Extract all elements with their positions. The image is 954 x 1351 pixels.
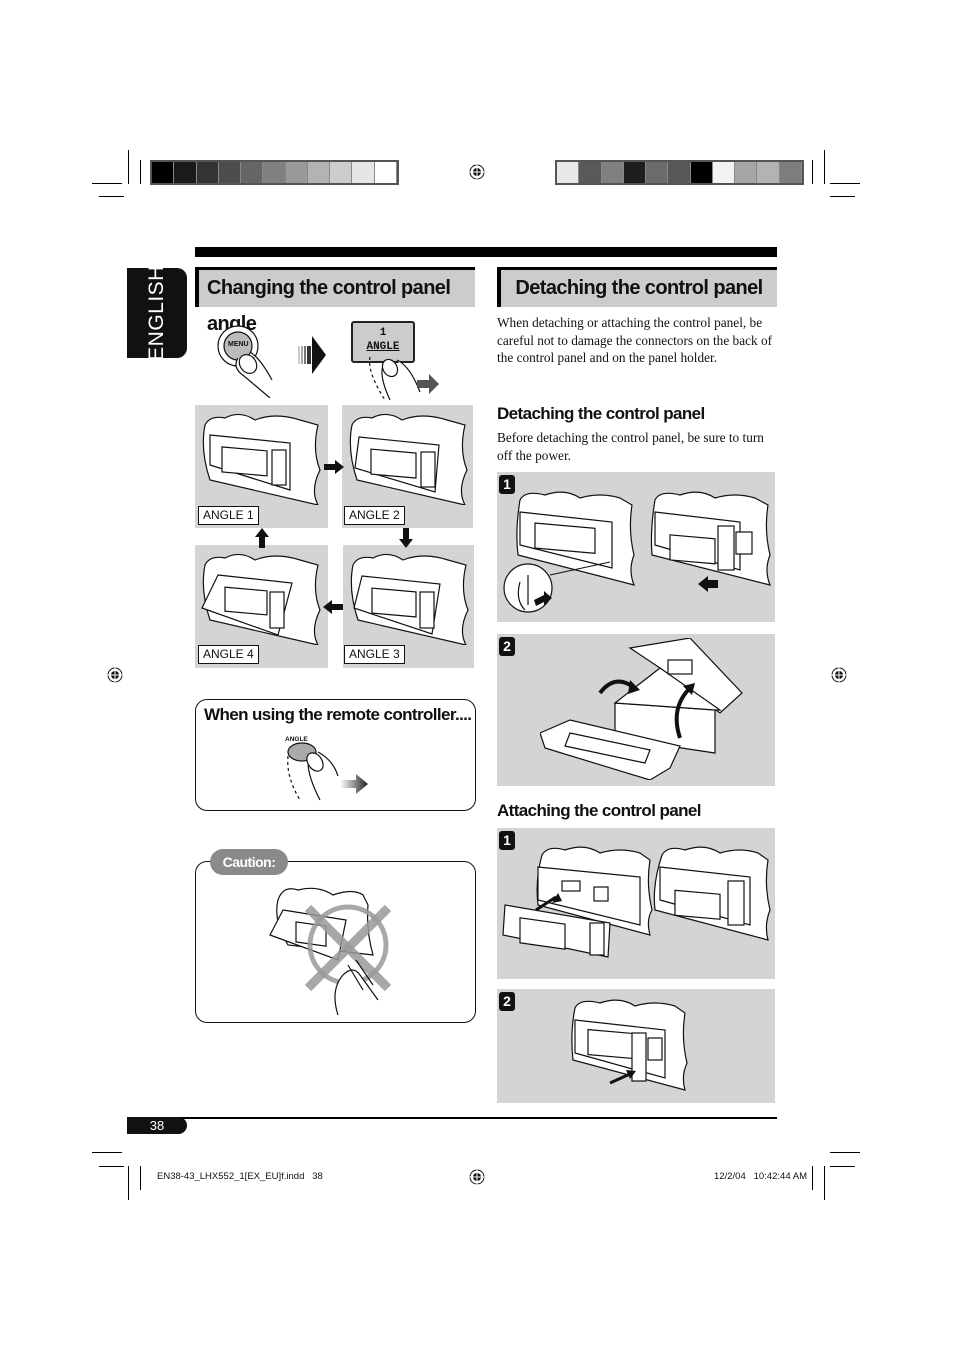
detaching-subtitle: Detaching the control panel <box>497 404 705 423</box>
crop-mark <box>92 1152 122 1153</box>
color-swatch <box>557 162 580 183</box>
color-swatch <box>757 162 780 183</box>
arrow-right-icon <box>298 336 326 374</box>
crop-mark <box>99 1166 124 1167</box>
footer-timestamp: 12/2/04 10:42:44 AM <box>714 1171 807 1182</box>
color-swatch <box>374 162 397 183</box>
remote-box-title: When using the remote controller.... <box>204 705 472 724</box>
color-swatch <box>779 162 802 183</box>
attaching-subtitle: Attaching the control panel <box>497 801 701 820</box>
color-swatch <box>196 162 219 183</box>
registration-mark-icon <box>468 1168 486 1186</box>
arrow-right-icon <box>324 460 344 474</box>
crop-mark <box>830 196 855 197</box>
registration-mark-icon <box>106 666 124 684</box>
section-title-angle: Changing the control panel angle <box>195 267 475 335</box>
crop-mark <box>824 150 825 184</box>
registration-mark-icon <box>830 666 848 684</box>
caution-label: Caution: <box>210 849 288 875</box>
arrow-up-icon <box>255 528 269 548</box>
footer-filename: EN38-43_LHX552_1[EX_EU]f.indd 38 <box>157 1171 323 1182</box>
color-calibration-bar-right <box>555 160 804 185</box>
color-swatch <box>712 162 736 183</box>
section-title-detach: Detaching the control panel <box>497 267 777 307</box>
angle-1-label: ANGLE 1 <box>198 506 259 525</box>
angle-4-label: ANGLE 4 <box>198 645 259 664</box>
detaching-instruction: Before detaching the control panel, be s… <box>497 430 764 463</box>
crop-mark <box>830 1166 855 1167</box>
color-swatch <box>330 162 353 183</box>
registration-mark-icon <box>468 163 486 181</box>
color-swatch <box>690 162 713 183</box>
panel-case-storage-illustration <box>540 638 743 780</box>
color-swatch <box>285 162 308 183</box>
unit-angle-3-illustration <box>350 553 469 645</box>
color-swatch <box>241 162 264 183</box>
angle-3-label: ANGLE 3 <box>344 645 405 664</box>
crop-mark <box>812 1166 813 1190</box>
color-swatch <box>174 162 197 183</box>
menu-button-label: MENU <box>228 341 249 348</box>
attach-panel-illustration <box>502 846 771 958</box>
detach-release-illustration <box>503 491 771 613</box>
color-swatch <box>152 162 175 183</box>
arrow-left-icon <box>323 600 343 614</box>
color-calibration-bar-left <box>150 160 399 185</box>
attach-press-illustration <box>571 999 688 1091</box>
language-tab: ENGLISH <box>127 265 187 361</box>
color-swatch <box>307 162 331 183</box>
crop-mark <box>92 183 122 184</box>
caution-prohibited-illustration <box>269 887 392 1015</box>
intro-paragraph: When detaching or attaching the control … <box>497 315 773 366</box>
step-number-badge: 2 <box>499 992 515 1011</box>
unit-angle-1-illustration <box>202 413 321 505</box>
unit-angle-2-illustration <box>349 413 468 505</box>
color-swatch <box>623 162 647 183</box>
crop-mark <box>99 196 124 197</box>
color-swatch <box>668 162 691 183</box>
menu-button-press-illustration <box>217 325 273 398</box>
color-swatch <box>646 162 669 183</box>
section-title-text: Detaching the control panel <box>515 277 763 299</box>
language-label: ENGLISH <box>145 265 168 361</box>
remote-angle-button-press-illustration <box>287 742 368 801</box>
crop-mark <box>830 183 860 184</box>
color-swatch <box>601 162 624 183</box>
crop-mark <box>140 160 141 184</box>
crop-mark <box>140 1166 141 1190</box>
angle-2-label: ANGLE 2 <box>344 506 405 525</box>
color-swatch <box>579 162 602 183</box>
color-swatch <box>735 162 758 183</box>
footer-rule <box>127 1117 777 1119</box>
crop-mark <box>128 150 129 184</box>
color-swatch <box>263 162 286 183</box>
display-number: 1 <box>379 327 387 339</box>
crop-mark <box>812 160 813 184</box>
page-number: 38 <box>127 1117 187 1134</box>
crop-mark <box>830 1152 860 1153</box>
color-swatch <box>352 162 375 183</box>
finger-press-illustration <box>368 356 439 401</box>
header-rule <box>195 247 777 257</box>
step-number-badge: 2 <box>499 637 515 656</box>
crop-mark <box>824 1166 825 1200</box>
color-swatch <box>218 162 242 183</box>
arrow-down-icon <box>399 528 413 548</box>
crop-mark <box>128 1166 129 1200</box>
unit-angle-4-illustration <box>201 553 321 645</box>
